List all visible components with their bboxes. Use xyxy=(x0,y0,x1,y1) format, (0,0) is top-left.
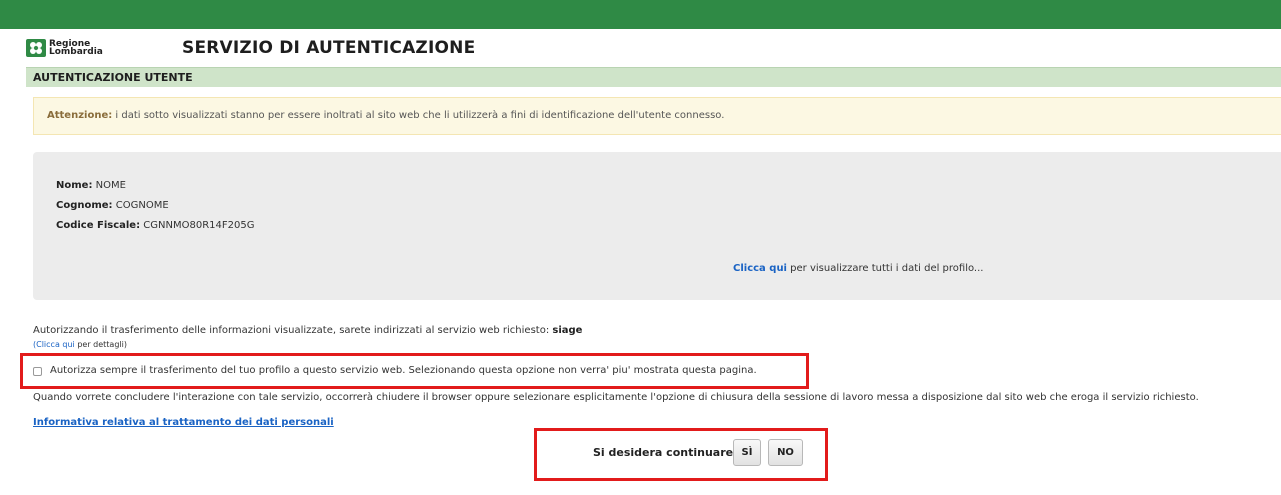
always-authorize-label[interactable]: Autorizza sempre il trasferimento del tu… xyxy=(50,365,757,376)
field-value: COGNOME xyxy=(115,200,169,211)
profile-panel: Nome: NOME Cognome: COGNOME Codice Fisca… xyxy=(33,152,1281,300)
logo-line-2: Lombardia xyxy=(49,47,103,57)
authorization-sentence: Autorizzando il trasferimento delle info… xyxy=(33,325,550,336)
top-bar xyxy=(0,0,1281,29)
field-value: CGNNMO80R14F205G xyxy=(143,220,255,231)
field-label: Cognome: xyxy=(56,200,113,211)
section-header: AUTENTICAZIONE UTENTE xyxy=(26,67,1281,87)
closing-notice: Quando vorrete concludere l'interazione … xyxy=(33,392,1199,403)
regione-lombardia-logo: Regione Lombardia xyxy=(26,39,103,57)
warning-box: Attenzione: i dati sotto visualizzati st… xyxy=(33,97,1281,135)
profile-link-suffix: per visualizzare tutti i dati del profil… xyxy=(786,263,984,274)
service-name: siage xyxy=(552,325,583,336)
page-title: SERVIZIO DI AUTENTICAZIONE xyxy=(182,38,476,58)
warning-label: Attenzione: xyxy=(47,110,113,121)
field-label: Codice Fiscale: xyxy=(56,220,141,231)
view-profile-link[interactable]: Clicca qui xyxy=(733,263,787,274)
continue-question: Si desidera continuare? xyxy=(593,446,740,459)
field-label: Nome: xyxy=(56,180,93,191)
privacy-link[interactable]: Informativa relativa al trattamento dei … xyxy=(33,417,334,428)
logo-text: Regione Lombardia xyxy=(49,40,103,57)
details-row: (Clicca qui per dettagli) xyxy=(33,340,127,349)
profile-field-cognome: Cognome: COGNOME xyxy=(56,200,169,211)
lombardia-rose-icon xyxy=(26,39,46,57)
field-value: NOME xyxy=(95,180,126,191)
details-suffix: per dettagli) xyxy=(74,340,127,349)
profile-field-codice-fiscale: Codice Fiscale: CGNNMO80R14F205G xyxy=(56,220,254,231)
yes-button[interactable]: SÌ xyxy=(733,439,761,466)
authorization-text: Autorizzando il trasferimento delle info… xyxy=(33,325,582,336)
no-button[interactable]: NO xyxy=(768,439,803,466)
details-link[interactable]: Clicca qui xyxy=(36,340,75,349)
profile-details-row: Clicca qui per visualizzare tutti i dati… xyxy=(733,263,983,274)
always-authorize-checkbox[interactable] xyxy=(33,367,42,376)
warning-text: i dati sotto visualizzati stanno per ess… xyxy=(112,110,725,121)
profile-field-nome: Nome: NOME xyxy=(56,180,126,191)
